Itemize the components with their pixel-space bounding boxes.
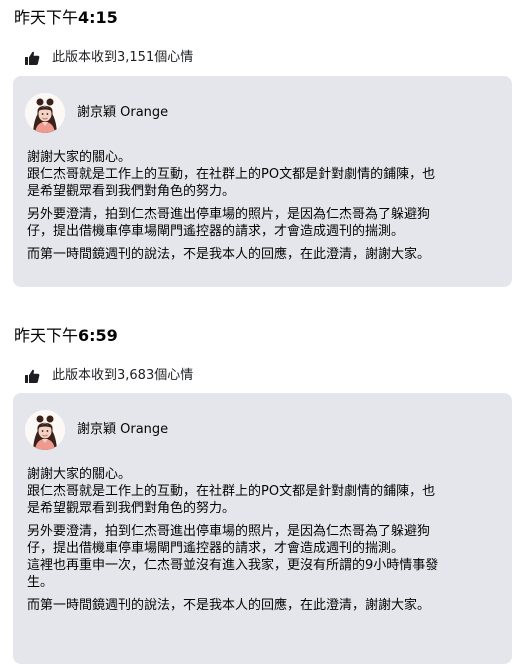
post-paragraph: 另外要澄清，拍到仁杰哥進出停車場的照片，是因為仁杰哥為了躲避狗 仔，提出借機車停… [27, 523, 507, 591]
reaction-count-text: 此版本收到3,683個心情 [52, 368, 194, 383]
post-line: 而第一時間鏡週刊的說法，不是我本人的回應，在此澄清，謝謝大家。 [27, 598, 431, 613]
reaction-count-text: 此版本收到3,151個心情 [52, 50, 194, 65]
avatar-portrait [25, 410, 65, 450]
timestamp-prefix: 昨天下午 [14, 326, 79, 345]
author-name[interactable]: 謝京穎 Orange [77, 104, 168, 122]
edit-history-page: 昨天下午4:15 此版本收到3,151個心情 謝京穎 Orange 謝謝大家的關… [0, 0, 524, 664]
avatar-portrait [25, 93, 65, 133]
author-row: 謝京穎 Orange [25, 410, 168, 450]
thumbs-up-icon [25, 51, 40, 65]
reaction-summary[interactable]: 此版本收到3,683個心情 [24, 367, 193, 385]
post-line: 仔，提出借機車停車場閘門遙控器的請求，才會造成週刊的揣測。 [27, 541, 405, 556]
post-card: 謝京穎 Orange 謝謝大家的關心。 跟仁杰哥就是工作上的互動，在社群上的PO… [13, 393, 512, 664]
timestamp-prefix: 昨天下午 [14, 8, 79, 27]
version-timestamp: 昨天下午6:59 [14, 326, 118, 346]
post-paragraph: 另外要澄清，拍到仁杰哥進出停車場的照片，是因為仁杰哥為了躲避狗 仔，提出借機車停… [27, 206, 507, 240]
post-line: 謝謝大家的關心。 [27, 467, 132, 482]
post-line: 謝謝大家的關心。 [27, 150, 132, 165]
version-timestamp: 昨天下午4:15 [14, 8, 118, 28]
reaction-summary[interactable]: 此版本收到3,151個心情 [24, 49, 193, 67]
post-line: 是希望觀眾看到我們對角色的努力。 [27, 184, 236, 199]
post-paragraph: 而第一時間鏡週刊的說法，不是我本人的回應，在此澄清，謝謝大家。 [27, 246, 507, 263]
post-line: 而第一時間鏡週刊的說法，不是我本人的回應，在此澄清，謝謝大家。 [27, 247, 431, 262]
post-line: 這裡也再重申一次，仁杰哥並沒有進入我家，更沒有所謂的9小時情事發 [27, 558, 439, 573]
post-line: 生。 [27, 575, 54, 590]
post-body: 謝謝大家的關心。 跟仁杰哥就是工作上的互動，在社群上的PO文都是針對劇情的鋪陳，… [27, 149, 507, 263]
post-card: 謝京穎 Orange 謝謝大家的關心。 跟仁杰哥就是工作上的互動，在社群上的PO… [13, 76, 512, 287]
avatar[interactable] [25, 93, 65, 133]
post-line: 另外要澄清，拍到仁杰哥進出停車場的照片，是因為仁杰哥為了躲避狗 [27, 524, 431, 539]
author-name[interactable]: 謝京穎 Orange [77, 421, 168, 439]
avatar[interactable] [25, 410, 65, 450]
post-line: 是希望觀眾看到我們對角色的努力。 [27, 501, 236, 516]
post-line: 另外要澄清，拍到仁杰哥進出停車場的照片，是因為仁杰哥為了躲避狗 [27, 207, 431, 222]
author-row: 謝京穎 Orange [25, 93, 168, 133]
post-paragraph: 而第一時間鏡週刊的說法，不是我本人的回應，在此澄清，謝謝大家。 [27, 597, 507, 614]
post-line: 仔，提出借機車停車場閘門遙控器的請求，才會造成週刊的揣測。 [27, 224, 405, 239]
post-body: 謝謝大家的關心。 跟仁杰哥就是工作上的互動，在社群上的PO文都是針對劇情的鋪陳，… [27, 466, 507, 614]
post-line: 跟仁杰哥就是工作上的互動，在社群上的PO文都是針對劇情的鋪陳，也 [27, 484, 436, 499]
thumbs-up-icon [25, 369, 40, 383]
timestamp-time: 6:59 [78, 326, 118, 345]
post-line: 跟仁杰哥就是工作上的互動，在社群上的PO文都是針對劇情的鋪陳，也 [27, 167, 436, 182]
post-paragraph: 謝謝大家的關心。 跟仁杰哥就是工作上的互動，在社群上的PO文都是針對劇情的鋪陳，… [27, 466, 507, 517]
post-paragraph: 謝謝大家的關心。 跟仁杰哥就是工作上的互動，在社群上的PO文都是針對劇情的鋪陳，… [27, 149, 507, 200]
timestamp-time: 4:15 [78, 8, 118, 27]
